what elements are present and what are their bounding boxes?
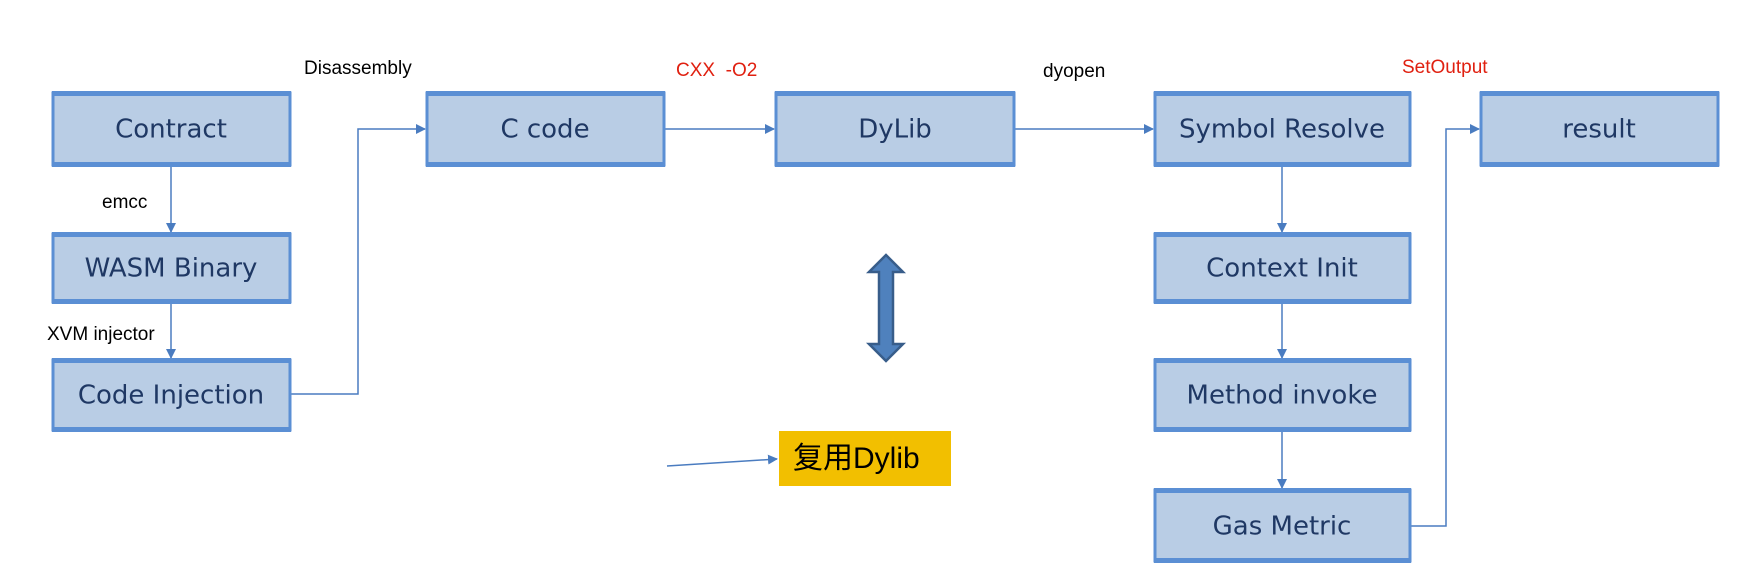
box-label: C code — [500, 115, 589, 145]
label-cxx-o2: CXX -O2 — [676, 60, 757, 81]
box-gas-metric: Gas Metric — [1153, 488, 1412, 563]
note-label: 复用Dylib — [793, 442, 920, 475]
box-symbol-resolve: Symbol Resolve — [1153, 91, 1412, 167]
box-dylib: DyLib — [774, 91, 1016, 167]
box-label: WASM Binary — [85, 254, 258, 284]
box-label: Gas Metric — [1213, 512, 1352, 542]
box-label: Contract — [115, 115, 227, 145]
flow-diagram: Contract WASM Binary Code Injection C co… — [47, 57, 1720, 563]
box-c-code: C code — [425, 91, 666, 167]
double-arrow-icon — [865, 253, 907, 363]
box-label: Method invoke — [1187, 381, 1378, 411]
arrow-to-note — [666, 454, 778, 467]
box-label: Code Injection — [78, 381, 264, 411]
note-reuse-dylib: 复用Dylib — [779, 431, 951, 486]
label-set-output: SetOutput — [1402, 57, 1488, 78]
box-label: Symbol Resolve — [1179, 115, 1385, 145]
box-method-invoke: Method invoke — [1153, 358, 1412, 432]
box-label: DyLib — [858, 115, 932, 145]
box-context-init: Context Init — [1153, 232, 1412, 304]
arrow-gas-to-result — [1410, 124, 1480, 527]
label-xvm-injector: XVM injector — [47, 324, 155, 345]
box-label: Context Init — [1206, 254, 1358, 284]
label-dyopen: dyopen — [1043, 61, 1105, 82]
box-code-injection: Code Injection — [51, 358, 292, 432]
box-contract: Contract — [51, 91, 292, 167]
arrow-injection-to-ccode — [290, 124, 426, 395]
box-label: result — [1562, 115, 1636, 145]
label-emcc: emcc — [102, 192, 147, 213]
box-result: result — [1479, 91, 1720, 167]
label-disassembly: Disassembly — [304, 58, 412, 79]
box-wasm-binary: WASM Binary — [51, 232, 292, 304]
